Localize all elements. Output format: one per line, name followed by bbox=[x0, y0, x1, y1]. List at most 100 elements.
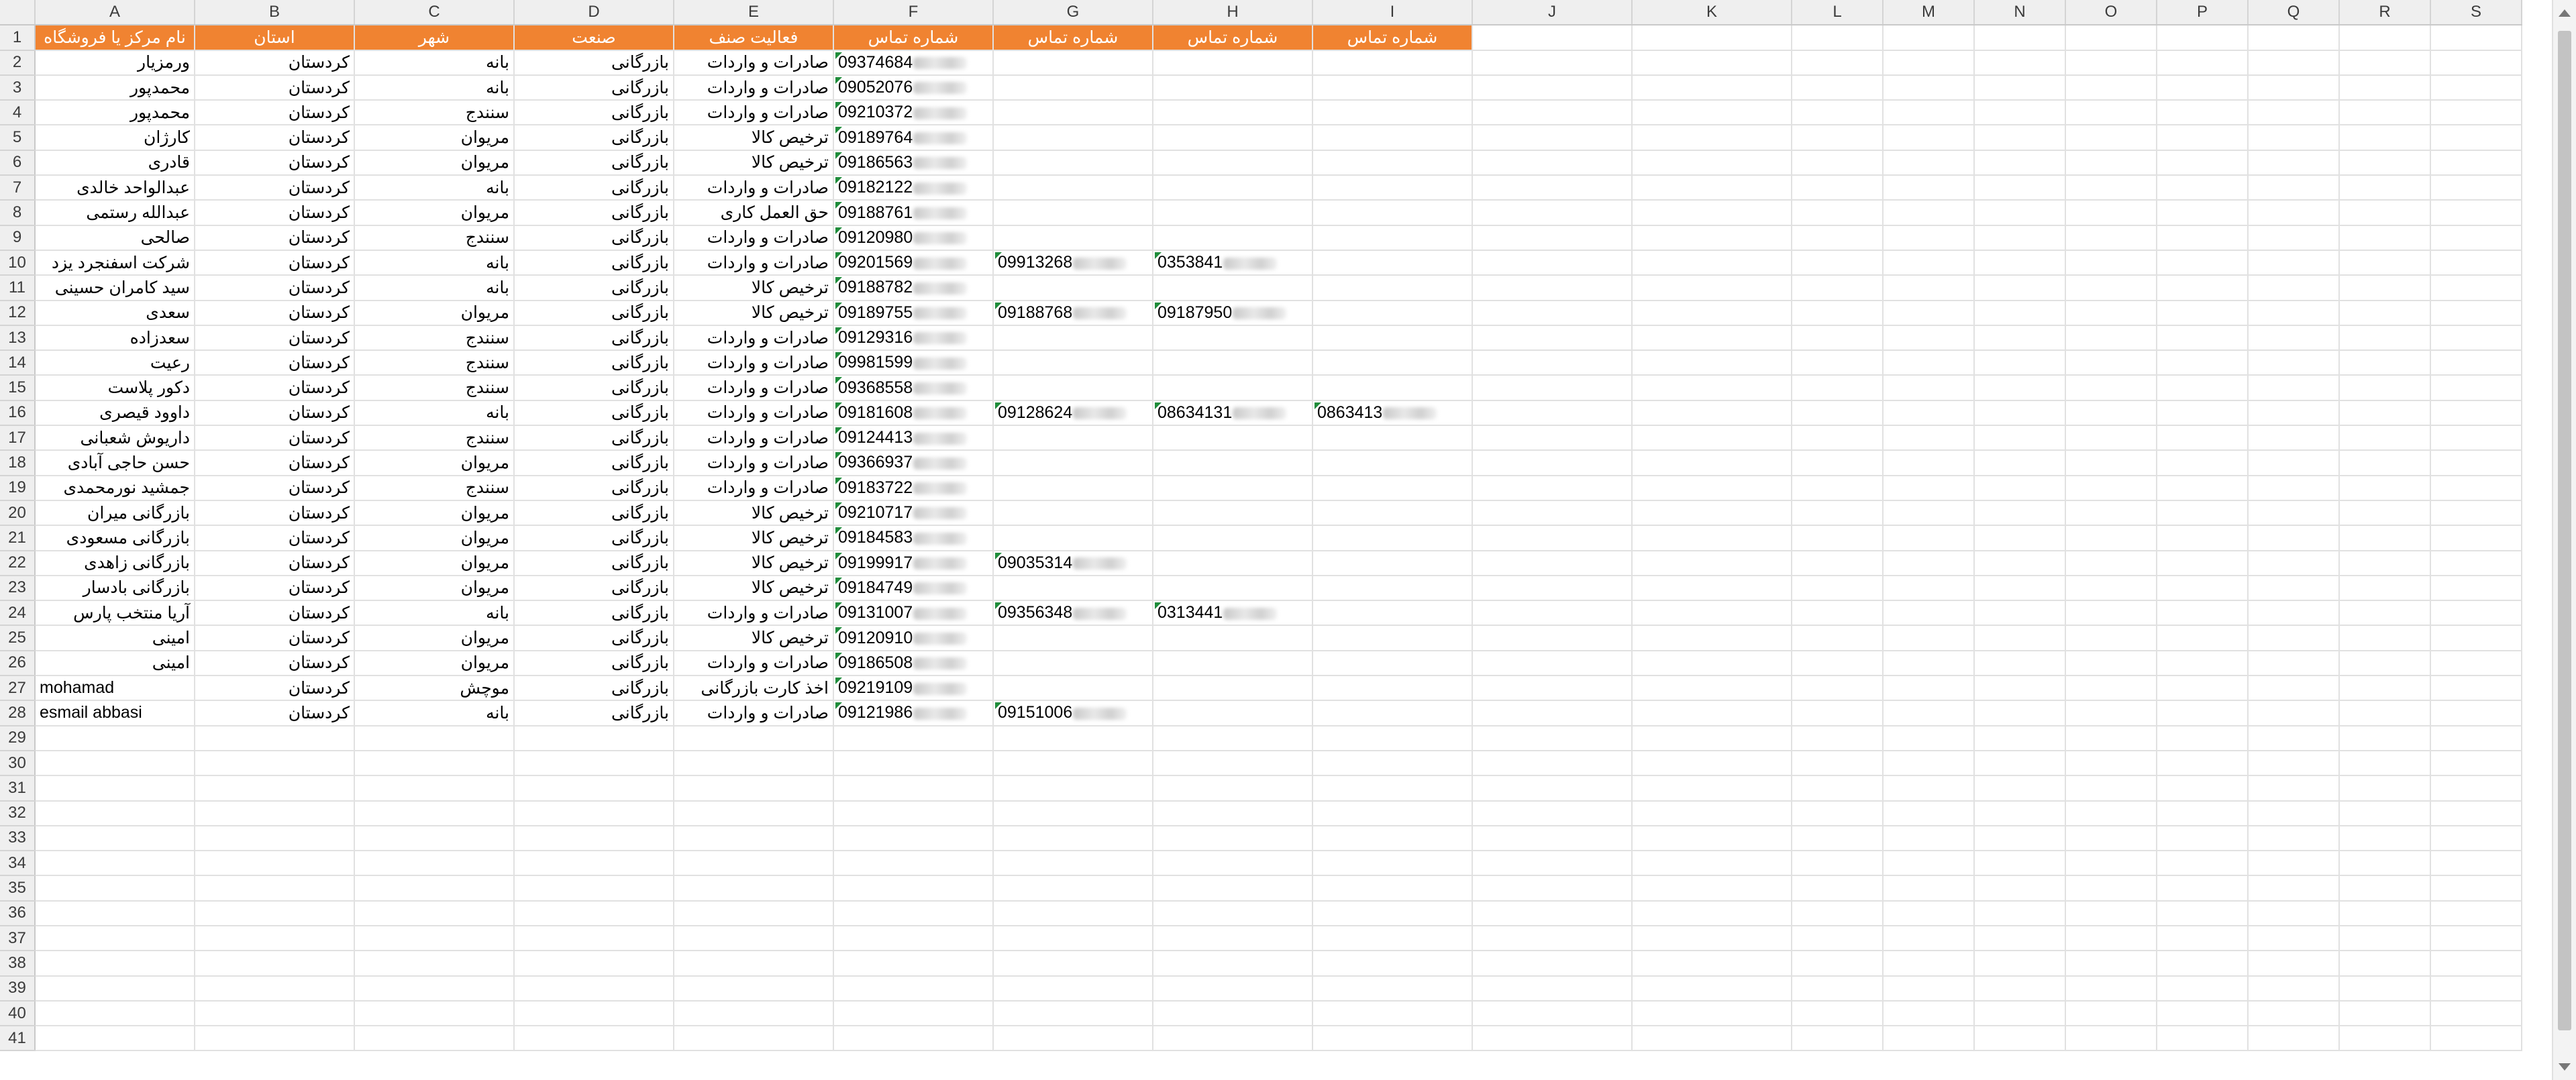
cell-h39[interactable] bbox=[1153, 975, 1313, 1002]
cell-a22[interactable]: بازرگانی زاهدی bbox=[35, 550, 195, 576]
cell-j31[interactable] bbox=[1472, 775, 1633, 802]
cell-e15[interactable]: صادرات و واردات bbox=[674, 375, 834, 401]
cell-e11[interactable]: ترخیص کالا bbox=[674, 275, 834, 301]
row-header-34[interactable]: 34 bbox=[0, 851, 36, 877]
cell-m12[interactable] bbox=[1883, 300, 1975, 326]
cell-k30[interactable] bbox=[1632, 750, 1792, 777]
cell-c23[interactable]: مریوان bbox=[354, 575, 515, 602]
cell-b15[interactable]: کردستان bbox=[195, 375, 355, 401]
cell-o37[interactable] bbox=[2065, 925, 2157, 952]
cell-r28[interactable] bbox=[2339, 700, 2431, 726]
cell-i33[interactable] bbox=[1312, 825, 1473, 852]
cell-n8[interactable] bbox=[1974, 200, 2066, 226]
cell-q6[interactable] bbox=[2248, 150, 2340, 176]
cell-d21[interactable]: بازرگانی bbox=[514, 525, 674, 551]
cell-m27[interactable] bbox=[1883, 676, 1975, 702]
cell-m35[interactable] bbox=[1883, 875, 1975, 902]
cell-c3[interactable]: بانه bbox=[354, 74, 515, 101]
cell-p21[interactable] bbox=[2157, 525, 2249, 551]
cell-q36[interactable] bbox=[2248, 900, 2340, 926]
cell-h40[interactable] bbox=[1153, 1000, 1313, 1027]
cell-q32[interactable] bbox=[2248, 800, 2340, 826]
cell-j7[interactable] bbox=[1472, 175, 1633, 201]
cell-f3[interactable]: 09052076 bbox=[833, 74, 994, 101]
cell-r16[interactable] bbox=[2339, 400, 2431, 427]
cell-h32[interactable] bbox=[1153, 800, 1313, 826]
cell-d8[interactable]: بازرگانی bbox=[514, 200, 674, 226]
cell-a25[interactable]: امینی bbox=[35, 625, 195, 651]
cell-d35[interactable] bbox=[514, 875, 674, 902]
cell-b5[interactable]: کردستان bbox=[195, 125, 355, 151]
cell-e8[interactable]: حق العمل کاری bbox=[674, 200, 834, 226]
cell-k7[interactable] bbox=[1632, 175, 1792, 201]
cell-a40[interactable] bbox=[35, 1000, 195, 1027]
cell-l14[interactable] bbox=[1792, 350, 1884, 376]
column-header-n[interactable]: N bbox=[1974, 0, 2066, 26]
cell-g22[interactable]: 09035314 bbox=[993, 550, 1153, 576]
cell-r35[interactable] bbox=[2339, 875, 2431, 902]
cell-l36[interactable] bbox=[1792, 900, 1884, 926]
cell-g19[interactable] bbox=[993, 475, 1153, 501]
cell-i18[interactable] bbox=[1312, 450, 1473, 476]
cell-l13[interactable] bbox=[1792, 325, 1884, 352]
cell-o22[interactable] bbox=[2065, 550, 2157, 576]
cell-i15[interactable] bbox=[1312, 375, 1473, 401]
cell-p4[interactable] bbox=[2157, 100, 2249, 126]
cell-k1[interactable] bbox=[1632, 25, 1792, 51]
cell-l29[interactable] bbox=[1792, 725, 1884, 751]
cell-s17[interactable] bbox=[2430, 425, 2522, 451]
cell-l11[interactable] bbox=[1792, 275, 1884, 301]
cell-d38[interactable] bbox=[514, 951, 674, 977]
row-header-27[interactable]: 27 bbox=[0, 676, 36, 702]
cell-k41[interactable] bbox=[1632, 1026, 1792, 1052]
cell-o24[interactable] bbox=[2065, 600, 2157, 627]
cell-i32[interactable] bbox=[1312, 800, 1473, 826]
cell-l28[interactable] bbox=[1792, 700, 1884, 726]
cell-e14[interactable]: صادرات و واردات bbox=[674, 350, 834, 376]
cell-k35[interactable] bbox=[1632, 875, 1792, 902]
cell-p16[interactable] bbox=[2157, 400, 2249, 427]
cell-p2[interactable] bbox=[2157, 50, 2249, 76]
cell-b24[interactable]: کردستان bbox=[195, 600, 355, 627]
cell-d36[interactable] bbox=[514, 900, 674, 926]
cell-l31[interactable] bbox=[1792, 775, 1884, 802]
cell-p24[interactable] bbox=[2157, 600, 2249, 627]
cell-h12[interactable]: 09187950 bbox=[1153, 300, 1313, 326]
row-header-22[interactable]: 22 bbox=[0, 550, 36, 576]
row-header-12[interactable]: 12 bbox=[0, 300, 36, 326]
cell-m11[interactable] bbox=[1883, 275, 1975, 301]
cell-l5[interactable] bbox=[1792, 125, 1884, 151]
cell-r26[interactable] bbox=[2339, 650, 2431, 677]
cell-a16[interactable]: داوود قیصری bbox=[35, 400, 195, 427]
cell-i29[interactable] bbox=[1312, 725, 1473, 751]
cell-m41[interactable] bbox=[1883, 1026, 1975, 1052]
cell-i36[interactable] bbox=[1312, 900, 1473, 926]
cell-c20[interactable]: مریوان bbox=[354, 500, 515, 527]
cell-n26[interactable] bbox=[1974, 650, 2066, 677]
cell-e3[interactable]: صادرات و واردات bbox=[674, 74, 834, 101]
cell-o14[interactable] bbox=[2065, 350, 2157, 376]
cell-p18[interactable] bbox=[2157, 450, 2249, 476]
cell-a4[interactable]: محمدپور bbox=[35, 100, 195, 126]
cell-p14[interactable] bbox=[2157, 350, 2249, 376]
cell-m6[interactable] bbox=[1883, 150, 1975, 176]
cell-i37[interactable] bbox=[1312, 925, 1473, 952]
cell-s32[interactable] bbox=[2430, 800, 2522, 826]
cell-g23[interactable] bbox=[993, 575, 1153, 602]
row-header-2[interactable]: 2 bbox=[0, 50, 36, 76]
cell-c14[interactable]: سنندج bbox=[354, 350, 515, 376]
cell-k31[interactable] bbox=[1632, 775, 1792, 802]
row-header-25[interactable]: 25 bbox=[0, 625, 36, 651]
cell-n30[interactable] bbox=[1974, 750, 2066, 777]
cell-c5[interactable]: مریوان bbox=[354, 125, 515, 151]
cell-n4[interactable] bbox=[1974, 100, 2066, 126]
cell-a6[interactable]: قادری bbox=[35, 150, 195, 176]
cell-h25[interactable] bbox=[1153, 625, 1313, 651]
cell-p34[interactable] bbox=[2157, 851, 2249, 877]
cell-p11[interactable] bbox=[2157, 275, 2249, 301]
cell-i11[interactable] bbox=[1312, 275, 1473, 301]
cell-n38[interactable] bbox=[1974, 951, 2066, 977]
column-header-m[interactable]: M bbox=[1883, 0, 1975, 26]
cell-r5[interactable] bbox=[2339, 125, 2431, 151]
cell-p28[interactable] bbox=[2157, 700, 2249, 726]
